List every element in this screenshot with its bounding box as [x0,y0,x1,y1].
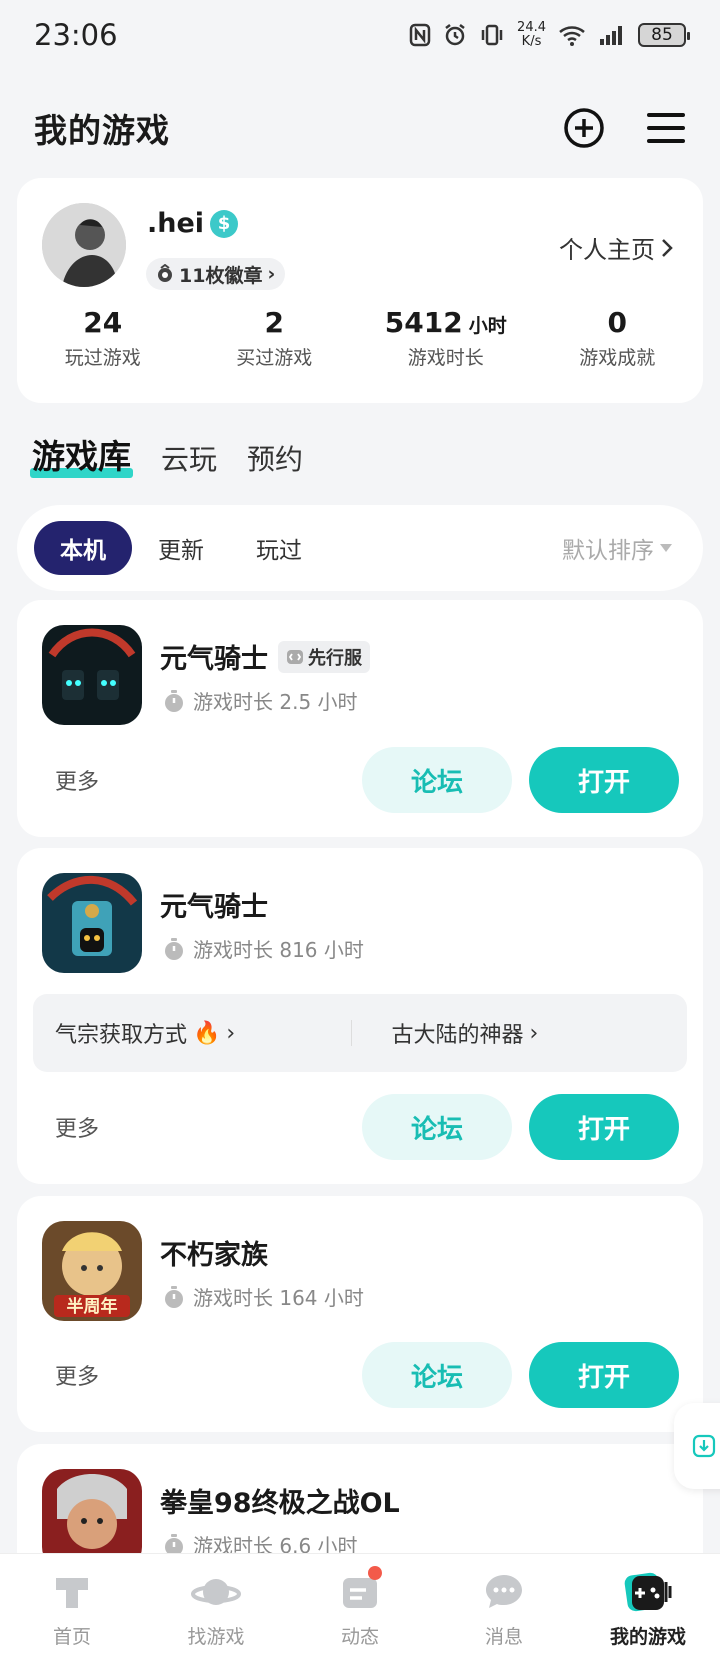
more-link[interactable]: 更多 [55,764,99,796]
filter-played[interactable]: 玩过 [230,521,328,575]
game-card: 元气骑士 游戏时长 816 小时 气宗获取方式 🔥 › 古大陆的神器 › 更多 … [17,848,703,1184]
stat-achievements[interactable]: 0 游戏成就 [532,306,704,370]
game-card: 元气骑士 先行服 游戏时长 2.5 小时 更多 论坛 打开 [17,600,703,837]
nav-home[interactable]: 首页 [0,1554,144,1669]
chat-bubble-icon [486,1575,522,1608]
topic-bar: 气宗获取方式 🔥 › 古大陆的神器 › [33,994,687,1072]
nav-my-games[interactable]: 我的游戏 [576,1554,720,1669]
topic-link[interactable]: 气宗获取方式 🔥 › [33,1017,351,1049]
playtime: 游戏时长 2.5 小时 [163,686,358,715]
vibrate-icon [481,24,503,46]
nav-feed[interactable]: 动态 [288,1554,432,1669]
notification-dot [368,1566,382,1580]
battery-indicator: 85 [638,23,690,47]
filter-updates[interactable]: 更新 [132,521,230,575]
stopwatch-icon [165,937,183,960]
verified-icon: $ [210,209,239,238]
nav-discover[interactable]: 找游戏 [144,1554,288,1669]
homepage-link[interactable]: 个人主页 [559,230,673,265]
topic-link[interactable]: 古大陆的神器 › [352,1017,688,1049]
download-manager-tab[interactable] [674,1403,720,1489]
chevron-right-icon: › [226,1020,236,1046]
game-card: 半周年 不朽家族 游戏时长 164 小时 更多 论坛 打开 [17,1196,703,1432]
profile-card: .hei $ 11枚徽章 › 个人主页 24 玩过游戏 2 买过游戏 5412 小… [17,178,703,403]
nfc-icon [409,23,431,47]
chevron-right-icon: › [529,1020,539,1046]
library-tabs: 游戏库 云玩 预约 [30,430,303,478]
sort-select[interactable]: 默认排序 [562,531,672,565]
app-header: 我的游戏 [0,88,720,168]
status-time: 23:06 [34,18,118,52]
stat-played[interactable]: 24 玩过游戏 [17,306,189,370]
badges-label: 11枚徽章 [179,264,263,287]
stat-playtime[interactable]: 5412 小时 游戏时长 [360,306,532,370]
bottom-nav: 首页 找游戏 动态 消息 我的游戏 [0,1553,720,1669]
game-name: 元气骑士 先行服 [160,637,370,676]
wifi-icon [559,26,585,46]
filter-bar: 本机 更新 玩过 默认排序 [17,505,703,591]
chevron-right-icon [662,238,673,257]
forum-button[interactable]: 论坛 [362,1094,512,1160]
stopwatch-icon [165,1285,183,1308]
status-bar: 23:06 24.4 K/s 85 [0,0,720,70]
stopwatch-icon [165,689,183,712]
preview-server-tag: 先行服 [278,640,370,673]
username: .hei $ [147,208,239,239]
game-name: 拳皇98终极之战OL [160,1488,400,1519]
page-title: 我的游戏 [34,111,170,150]
header-actions [562,106,686,150]
fire-icon: 🔥 [193,1020,221,1046]
open-button[interactable]: 打开 [529,747,679,813]
planet-icon [191,1579,241,1605]
card-actions: 更多 论坛 打开 [17,1341,703,1409]
home-icon [56,1578,88,1608]
tab-library[interactable]: 游戏库 [30,430,133,478]
chevron-right-icon: › [267,263,276,285]
filter-local[interactable]: 本机 [34,521,132,575]
avatar[interactable] [42,203,126,287]
download-icon [692,1434,716,1458]
card-actions: 更多 论坛 打开 [17,1093,703,1161]
playtime: 游戏时长 164 小时 [163,1282,364,1311]
game-icon[interactable]: 半周年 [42,1221,142,1321]
alarm-icon [445,24,465,46]
forum-button[interactable]: 论坛 [362,747,512,813]
plus-circle-icon[interactable] [562,106,606,150]
stats-row: 24 玩过游戏 2 买过游戏 5412 小时 游戏时长 0 游戏成就 [17,306,703,370]
game-name: 元气骑士 [160,892,268,923]
gamepad-icon [624,1572,672,1612]
nav-messages[interactable]: 消息 [432,1554,576,1669]
more-link[interactable]: 更多 [55,1111,99,1143]
signal-icon [600,26,622,45]
tab-reservations[interactable]: 预约 [247,438,303,478]
game-icon[interactable] [42,873,142,973]
game-name: 不朽家族 [160,1240,268,1271]
forum-button[interactable]: 论坛 [362,1342,512,1408]
open-button[interactable]: 打开 [529,1342,679,1408]
code-icon [287,649,303,664]
status-icons: 24.4 K/s 85 [409,20,690,49]
playtime: 游戏时长 816 小时 [163,934,364,963]
card-actions: 更多 论坛 打开 [17,746,703,814]
open-button[interactable]: 打开 [529,1094,679,1160]
icon-text: 半周年 [67,1296,118,1317]
net-speed: 24.4 K/s [517,20,546,49]
stat-bought[interactable]: 2 买过游戏 [189,306,361,370]
game-icon[interactable] [42,625,142,725]
badges-button[interactable]: 11枚徽章 › [146,258,286,290]
caret-down-icon [660,544,672,552]
tab-cloud-play[interactable]: 云玩 [161,438,217,478]
medal-icon [158,264,172,282]
hamburger-menu-icon[interactable] [646,110,686,146]
more-link[interactable]: 更多 [55,1359,99,1391]
